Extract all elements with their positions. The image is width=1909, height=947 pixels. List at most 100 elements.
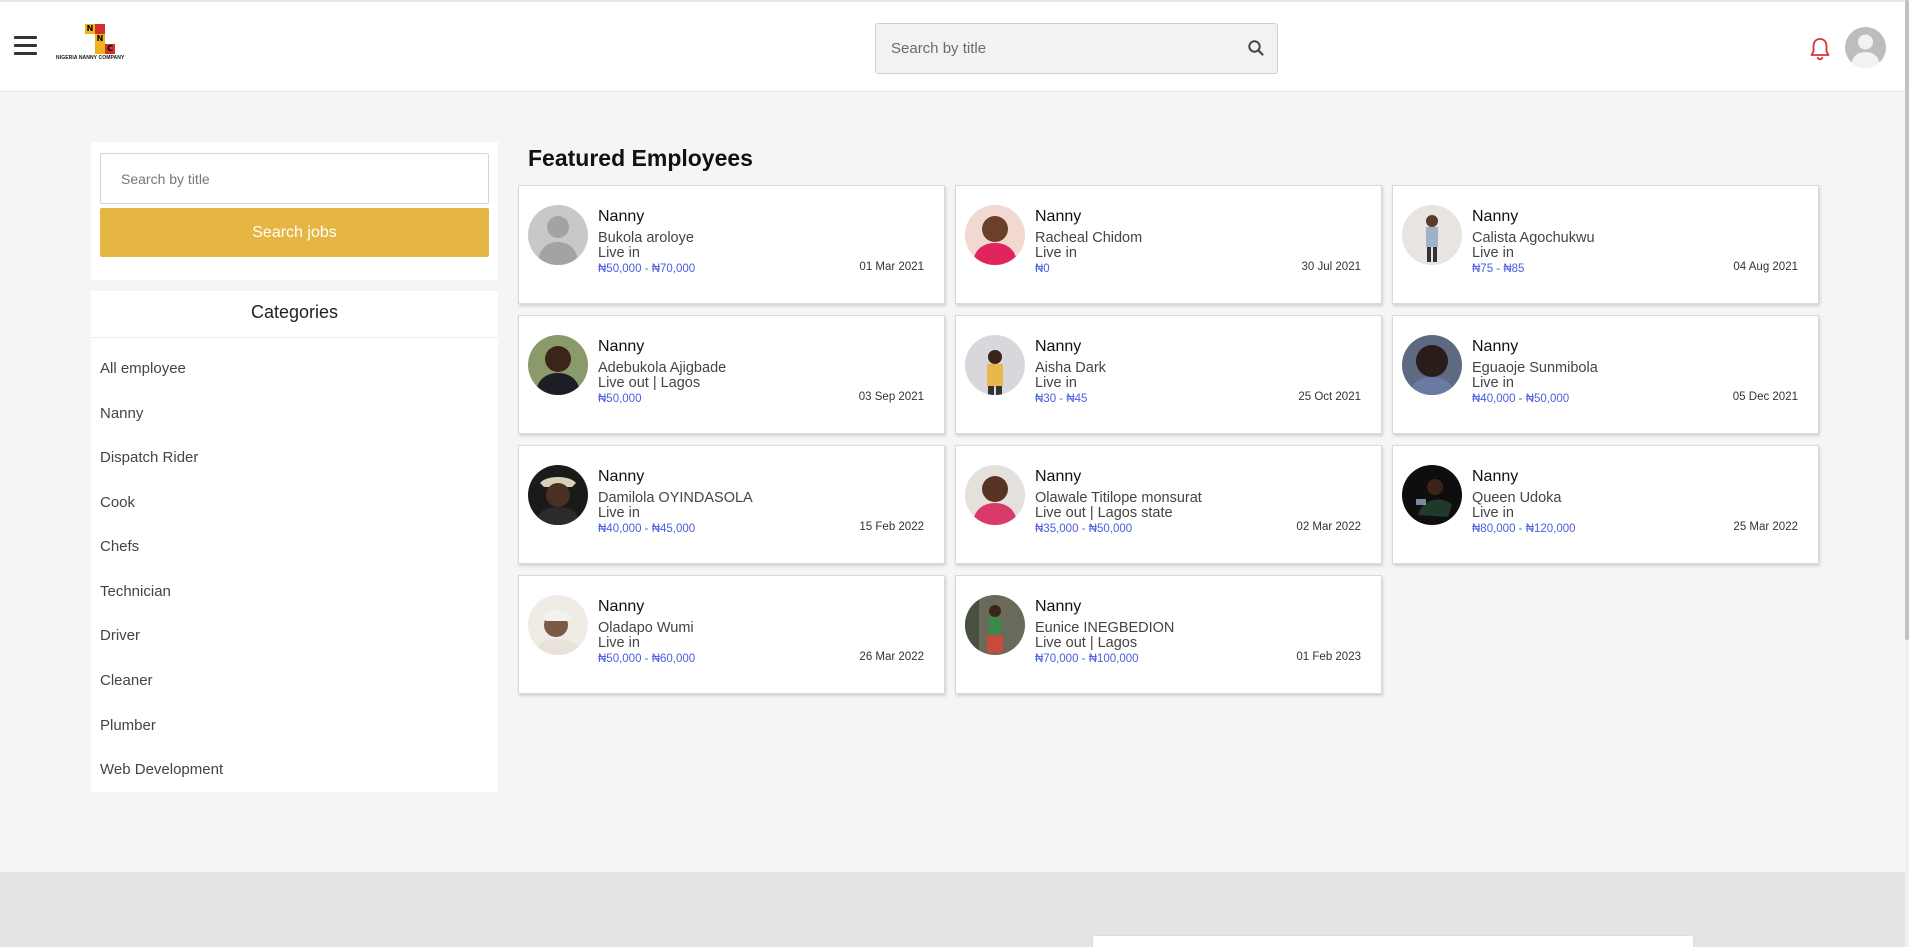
employee-role: Nanny — [1035, 598, 1082, 615]
employee-salary: ₦35,000 - ₦50,000 — [1035, 523, 1133, 535]
employee-live-type: Live out | Lagos — [1035, 635, 1138, 651]
employee-date: 26 Mar 2022 — [859, 651, 924, 663]
notification-bell-icon[interactable] — [1808, 36, 1832, 62]
employee-live-type: Live in — [598, 635, 640, 651]
employee-card[interactable]: Nanny Aisha Dark Live in ₦30 - ₦45 25 Oc… — [955, 315, 1382, 434]
employee-name: Oladapo Wumi — [598, 620, 694, 636]
employee-name: Olawale Titilope monsurat — [1035, 490, 1202, 506]
employee-photo — [965, 465, 1025, 525]
employee-live-type: Live in — [598, 505, 640, 521]
employee-date: 04 Aug 2021 — [1733, 261, 1798, 273]
employee-name: Racheal Chidom — [1035, 230, 1143, 246]
user-avatar[interactable] — [1845, 27, 1886, 68]
employee-name: Bukola aroloye — [598, 230, 694, 246]
employee-role: Nanny — [598, 208, 645, 225]
categories-title: Categories — [91, 291, 498, 338]
employee-date: 03 Sep 2021 — [858, 391, 924, 403]
footer — [0, 872, 1905, 947]
employee-date: 01 Feb 2023 — [1296, 651, 1361, 663]
employee-live-type: Live in — [598, 245, 640, 261]
employee-role: Nanny — [598, 468, 645, 485]
employee-card[interactable]: Nanny Damilola OYINDASOLA Live in ₦40,00… — [518, 445, 945, 564]
category-nanny[interactable]: Nanny — [100, 405, 143, 422]
user-silhouette-icon — [1851, 34, 1880, 68]
employee-live-type: Live out | Lagos state — [1035, 505, 1173, 521]
employee-card[interactable]: Nanny Oladapo Wumi Live in ₦50,000 - ₦60… — [518, 575, 945, 694]
category-chefs[interactable]: Chefs — [100, 538, 139, 555]
page-scrollbar[interactable] — [1905, 0, 1909, 947]
category-plumber[interactable]: Plumber — [100, 717, 156, 734]
employee-photo — [528, 465, 588, 525]
employee-photo — [965, 335, 1025, 395]
header-search — [875, 23, 1278, 74]
logo-letter-n2: N — [95, 34, 105, 44]
employee-photo — [1402, 335, 1462, 395]
employee-photo — [1402, 465, 1462, 525]
employee-name: Eunice INEGBEDION — [1035, 620, 1175, 636]
employee-photo — [1402, 205, 1462, 265]
employee-live-type: Live in — [1035, 245, 1077, 261]
employee-role: Nanny — [598, 338, 645, 355]
employee-card[interactable]: Nanny Calista Agochukwu Live in ₦75 - ₦8… — [1392, 185, 1819, 304]
employee-name: Eguaoje Sunmibola — [1472, 360, 1598, 376]
logo-letter-c: C — [105, 44, 115, 54]
employee-date: 25 Mar 2022 — [1733, 521, 1798, 533]
employee-role: Nanny — [1472, 208, 1519, 225]
employee-name: Damilola OYINDASOLA — [598, 490, 753, 506]
employee-salary: ₦40,000 - ₦50,000 — [1472, 393, 1570, 405]
footer-box — [1092, 935, 1694, 947]
employee-name: Adebukola Ajigbade — [598, 360, 727, 376]
employee-salary: ₦75 - ₦85 — [1472, 263, 1525, 275]
employee-live-type: Live in — [1472, 245, 1514, 261]
employee-date: 01 Mar 2021 — [859, 261, 924, 273]
category-cook[interactable]: Cook — [100, 494, 135, 511]
employee-card[interactable]: Nanny Olawale Titilope monsurat Live out… — [955, 445, 1382, 564]
menu-icon[interactable] — [14, 36, 37, 56]
employee-card[interactable]: Nanny Bukola aroloye Live in ₦50,000 - ₦… — [518, 185, 945, 304]
top-navbar: N N C NIGERIA NANNY COMPANY — [0, 0, 1905, 92]
employee-photo — [528, 595, 588, 655]
employee-salary: ₦50,000 - ₦60,000 — [598, 653, 696, 665]
employee-card[interactable]: Nanny Adebukola Ajigbade Live out | Lago… — [518, 315, 945, 434]
employee-live-type: Live in — [1472, 505, 1514, 521]
employee-salary: ₦30 - ₦45 — [1035, 393, 1088, 405]
category-cleaner[interactable]: Cleaner — [100, 672, 153, 689]
employee-date: 30 Jul 2021 — [1301, 261, 1361, 273]
employee-role: Nanny — [1035, 208, 1082, 225]
logo-mark: N N C — [85, 24, 115, 54]
employee-live-type: Live out | Lagos — [598, 375, 701, 391]
sidebar-search-input[interactable] — [100, 153, 489, 204]
employee-photo — [528, 335, 588, 395]
category-dispatch-rider[interactable]: Dispatch Rider — [100, 449, 198, 466]
employee-name: Queen Udoka — [1472, 490, 1562, 506]
employee-name: Aisha Dark — [1035, 360, 1106, 376]
employee-card[interactable]: Nanny Eguaoje Sunmibola Live in ₦40,000 … — [1392, 315, 1819, 434]
category-driver[interactable]: Driver — [100, 627, 140, 644]
search-jobs-button[interactable]: Search jobs — [100, 208, 489, 257]
employee-role: Nanny — [1472, 338, 1519, 355]
employee-salary: ₦40,000 - ₦45,000 — [598, 523, 696, 535]
company-logo[interactable]: N N C NIGERIA NANNY COMPANY — [56, 24, 146, 66]
employee-photo — [965, 205, 1025, 265]
header-search-input[interactable] — [876, 24, 1236, 73]
employee-card[interactable]: Nanny Eunice INEGBEDION Live out | Lagos… — [955, 575, 1382, 694]
employee-name: Calista Agochukwu — [1472, 230, 1595, 246]
employee-role: Nanny — [1035, 338, 1082, 355]
employee-card[interactable]: Nanny Racheal Chidom Live in ₦0 30 Jul 2… — [955, 185, 1382, 304]
employee-photo — [965, 595, 1025, 655]
page-title: Featured Employees — [528, 145, 753, 171]
category-web-development[interactable]: Web Development — [100, 761, 223, 778]
employee-date: 05 Dec 2021 — [1732, 391, 1798, 403]
employee-role: Nanny — [598, 598, 645, 615]
logo-text: NIGERIA NANNY COMPANY — [56, 55, 125, 61]
search-icon[interactable] — [1247, 39, 1265, 57]
employee-date: 15 Feb 2022 — [859, 521, 924, 533]
employee-card[interactable]: Nanny Queen Udoka Live in ₦80,000 - ₦120… — [1392, 445, 1819, 564]
scrollbar-thumb[interactable] — [1905, 0, 1909, 640]
employee-salary: ₦80,000 - ₦120,000 — [1472, 523, 1576, 535]
category-all-employee[interactable]: All employee — [100, 360, 186, 377]
logo-letter-n1: N — [85, 24, 95, 34]
employee-live-type: Live in — [1035, 375, 1077, 391]
category-technician[interactable]: Technician — [100, 583, 171, 600]
employee-salary: ₦0 — [1035, 263, 1050, 275]
